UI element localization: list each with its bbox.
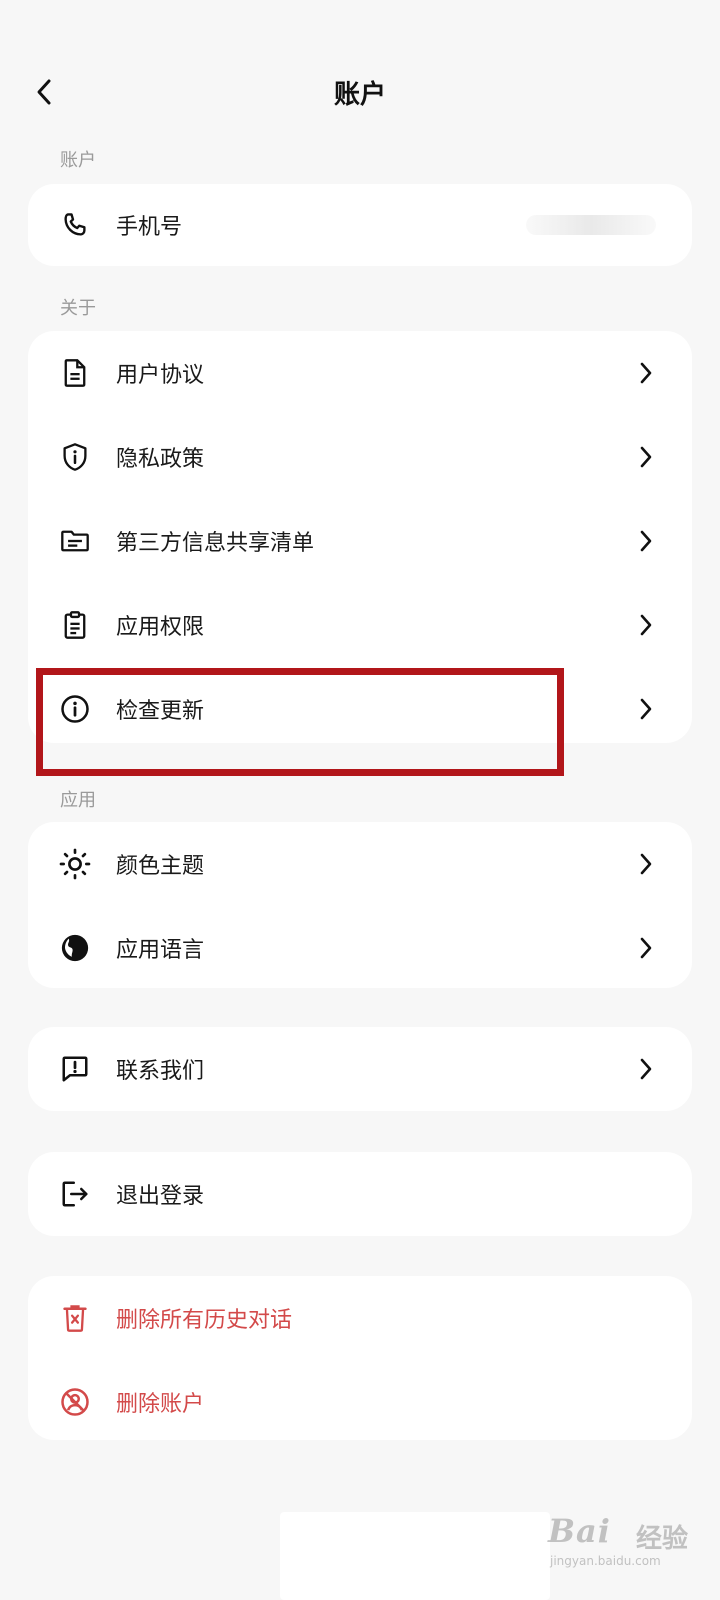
bottom-blur-patch <box>280 1512 550 1600</box>
watermark-sub: jingyan.baidu.com <box>550 1554 661 1568</box>
chevron-right-icon <box>634 361 658 385</box>
menu-item-app-permissions[interactable]: 应用权限 <box>28 583 692 667</box>
phone-row[interactable]: 手机号 <box>28 184 692 266</box>
menu-item-color-theme[interactable]: 颜色主题 <box>28 822 692 906</box>
clipboard-icon <box>58 608 92 642</box>
menu-item-label: 删除账户 <box>116 1392 205 1417</box>
section-label-account: 账户 <box>60 150 96 171</box>
menu-item-check-update[interactable]: 检查更新 <box>28 667 692 751</box>
chevron-right-icon <box>634 697 658 721</box>
chevron-right-icon <box>634 936 658 960</box>
baidu-jingyan-watermark: Bai 经验 jingyan.baidu.com <box>548 1512 688 1572</box>
section-label-app: 应用 <box>60 790 96 811</box>
page-title: 账户 <box>333 80 386 110</box>
chevron-right-icon <box>634 445 658 469</box>
menu-item-label: 应用语言 <box>116 938 205 963</box>
menu-item-third-party-sharing[interactable]: 第三方信息共享清单 <box>28 499 692 583</box>
menu-item-label: 删除所有历史对话 <box>116 1308 293 1333</box>
menu-item-label: 退出登录 <box>116 1184 205 1209</box>
menu-item-label: 颜色主题 <box>116 854 205 879</box>
chevron-right-icon <box>634 852 658 876</box>
account-card: 手机号 <box>28 184 692 266</box>
danger-card: 删除所有历史对话 删除账户 <box>28 1276 692 1440</box>
document-icon <box>58 356 92 390</box>
section-label-about: 关于 <box>60 298 96 319</box>
shield-info-icon <box>58 440 92 474</box>
app-card: 颜色主题 应用语言 <box>28 822 692 988</box>
menu-item-app-language[interactable]: 应用语言 <box>28 906 692 990</box>
folder-list-icon <box>58 524 92 558</box>
menu-item-privacy-policy[interactable]: 隐私政策 <box>28 415 692 499</box>
menu-item-delete-all-history[interactable]: 删除所有历史对话 <box>28 1276 692 1360</box>
contact-card: 联系我们 <box>28 1027 692 1111</box>
menu-item-user-agreement[interactable]: 用户协议 <box>28 331 692 415</box>
menu-item-delete-account[interactable]: 删除账户 <box>28 1360 692 1444</box>
chevron-right-icon <box>634 1057 658 1081</box>
menu-item-label: 检查更新 <box>116 699 205 724</box>
watermark-main: Bai <box>548 1512 611 1550</box>
info-circle-icon <box>58 692 92 726</box>
menu-item-label: 隐私政策 <box>116 447 205 472</box>
sun-icon <box>58 847 92 881</box>
chevron-right-icon <box>634 529 658 553</box>
about-card: 用户协议 隐私政策 第三方信息共享清单 应用权限 检查更新 <box>28 331 692 743</box>
phone-number-redacted <box>526 215 656 235</box>
logout-card: 退出登录 <box>28 1152 692 1236</box>
top-bar: 账户 <box>0 60 720 126</box>
chevron-right-icon <box>634 613 658 637</box>
feedback-icon <box>58 1052 92 1086</box>
menu-item-contact-us[interactable]: 联系我们 <box>28 1027 692 1111</box>
menu-item-label: 应用权限 <box>116 615 205 640</box>
watermark-cn: 经验 <box>636 1524 689 1554</box>
phone-label: 手机号 <box>116 215 183 240</box>
logout-icon <box>58 1177 92 1211</box>
menu-item-label: 用户协议 <box>116 363 205 388</box>
globe-icon <box>58 931 92 965</box>
account-delete-icon <box>58 1385 92 1419</box>
menu-item-logout[interactable]: 退出登录 <box>28 1152 692 1236</box>
phone-icon <box>58 208 92 242</box>
menu-item-label: 联系我们 <box>116 1059 205 1084</box>
menu-item-label: 第三方信息共享清单 <box>116 531 315 556</box>
trash-icon <box>58 1301 92 1335</box>
